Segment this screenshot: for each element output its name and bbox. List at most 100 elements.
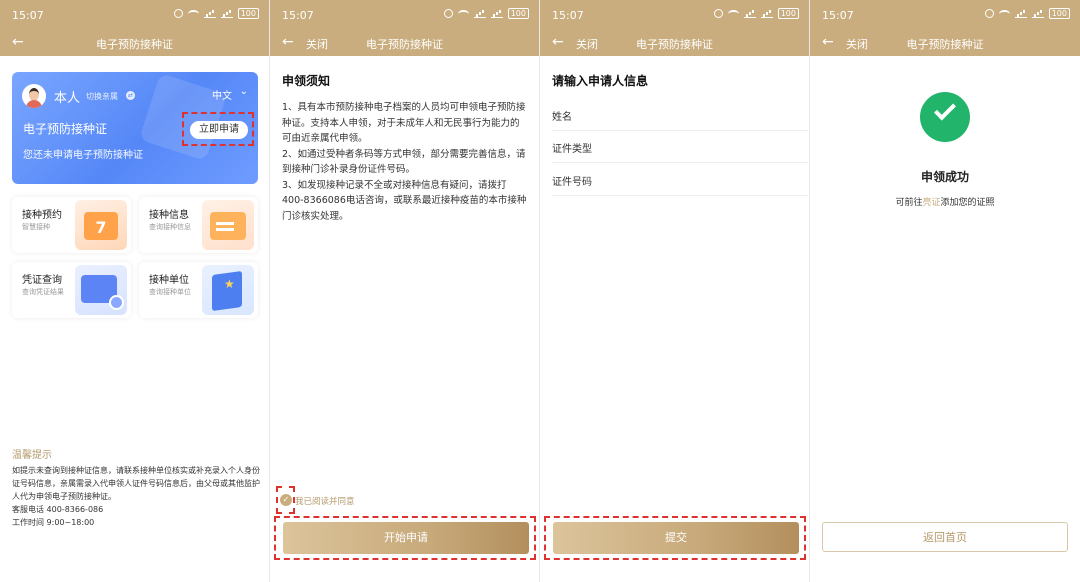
signal-icon bbox=[1031, 10, 1044, 18]
tile-title: 凭证查询 bbox=[22, 275, 62, 286]
success-check-icon bbox=[920, 92, 970, 142]
wifi-icon bbox=[457, 9, 469, 18]
wifi-icon bbox=[727, 9, 739, 18]
tile-title: 接种预约 bbox=[22, 210, 62, 221]
folder-icon bbox=[202, 200, 254, 250]
tips-phone: 客服电话 400-8366-086 bbox=[12, 505, 104, 514]
status-time: 15:07 bbox=[282, 9, 314, 22]
screen-applicant-form: 15:07 100 ← 关闭 电子预防接种证 请输入申请人信息 姓名 证件类型 … bbox=[540, 0, 810, 582]
profile-name: 本人 bbox=[54, 91, 81, 106]
building-icon bbox=[202, 265, 254, 315]
tile-vaccination-unit[interactable]: 接种单位 查询接种单位 bbox=[139, 262, 258, 318]
battery-icon: 100 bbox=[507, 8, 529, 19]
tips-hours: 工作时间 9:00~18:00 bbox=[12, 518, 95, 527]
id-type-label: 证件类型 bbox=[552, 144, 592, 155]
agree-checkbox[interactable]: ✓ bbox=[280, 494, 292, 506]
calendar-icon bbox=[75, 200, 127, 250]
nfc-icon bbox=[984, 9, 994, 18]
signal-icon bbox=[203, 10, 216, 18]
signal-icon bbox=[490, 10, 503, 18]
id-number-label: 证件号码 bbox=[552, 177, 592, 188]
status-icons: 100 bbox=[443, 8, 529, 19]
apply-now-button[interactable]: 立即申请 bbox=[190, 121, 248, 139]
submit-button[interactable]: 提交 bbox=[553, 522, 799, 554]
submit-button-highlight: 提交 bbox=[544, 516, 806, 560]
tile-subtitle: 查询接种单位 bbox=[149, 288, 191, 296]
form-title: 请输入申请人信息 bbox=[552, 74, 649, 88]
name-field-row: 姓名 bbox=[552, 99, 808, 131]
notice-item: 2、如通过受种者条码等方式申领，部分需要完善信息，请到接种门诊补录身份证件号码。 bbox=[282, 148, 526, 176]
success-prefix: 可前往 bbox=[895, 198, 923, 208]
nav-title: 电子预防接种证 bbox=[906, 38, 984, 51]
swap-icon[interactable]: ⇄ bbox=[126, 91, 135, 100]
tile-subtitle: 查询接种信息 bbox=[149, 223, 191, 231]
status-time: 15:07 bbox=[12, 9, 44, 22]
id-type-field-row: 证件类型 bbox=[552, 131, 808, 163]
nav-bar: ← 电子预防接种证 bbox=[0, 30, 269, 56]
signal-icon bbox=[220, 10, 233, 18]
signal-icon bbox=[1014, 10, 1027, 18]
notice-item: 3、如发现接种记录不全或对接种信息有疑问，请拨打400-8366086电话咨询，… bbox=[282, 179, 527, 222]
status-time: 15:07 bbox=[552, 9, 584, 22]
notice-body: 1、具有本市预防接种电子档案的人员均可申领电子预防接种证。支持本人申领，对于未成… bbox=[282, 100, 528, 224]
nav-title: 电子预防接种证 bbox=[636, 38, 713, 51]
tile-title: 接种信息 bbox=[149, 210, 189, 221]
battery-icon: 100 bbox=[1048, 8, 1070, 19]
status-bar: 15:07 100 bbox=[0, 0, 269, 30]
tile-vaccination-appointment[interactable]: 接种预约 智慧接种 bbox=[12, 197, 131, 253]
tile-title: 接种单位 bbox=[149, 275, 189, 286]
screen-application-notice: 15:07 100 ← 关闭 电子预防接种证 申领须知 1、具有本市预防接种电子… bbox=[270, 0, 540, 582]
start-button-highlight: 开始申请 bbox=[274, 516, 536, 560]
nav-title: 电子预防接种证 bbox=[366, 38, 443, 51]
tile-subtitle: 智慧接种 bbox=[22, 223, 50, 231]
apply-highlight: 立即申请 bbox=[182, 112, 254, 146]
avatar bbox=[22, 84, 46, 108]
signal-icon bbox=[760, 10, 773, 18]
status-bar: 15:07 100 bbox=[270, 0, 539, 30]
nav-title: 电子预防接种证 bbox=[96, 38, 173, 51]
chevron-down-icon[interactable]: ⌄ bbox=[240, 86, 248, 97]
nav-bar: ← 关闭 电子预防接种证 bbox=[540, 30, 809, 56]
nav-bar: ← 关闭 电子预防接种证 bbox=[270, 30, 539, 56]
nfc-icon bbox=[713, 9, 723, 18]
agree-label: 我已阅读并同意 bbox=[295, 497, 355, 507]
status-bar: 15:07 100 bbox=[540, 0, 809, 30]
name-label: 姓名 bbox=[552, 112, 572, 123]
status-icons: 100 bbox=[713, 8, 799, 19]
notice-item: 1、具有本市预防接种电子档案的人员均可申领电子预防接种证。支持本人申领，对于未成… bbox=[282, 102, 526, 144]
return-home-button[interactable]: 返回首页 bbox=[822, 522, 1068, 552]
id-type-input[interactable] bbox=[612, 135, 802, 157]
id-number-input[interactable] bbox=[612, 168, 802, 190]
language-selector[interactable]: 中文 bbox=[212, 87, 232, 102]
tile-subtitle: 查询凭证结果 bbox=[22, 288, 64, 296]
switch-relative-link[interactable]: 切换亲属 bbox=[86, 91, 118, 102]
success-message: 可前往亮证添加您的证照 bbox=[810, 195, 1080, 208]
wifi-icon bbox=[998, 9, 1010, 18]
show-certificate-link[interactable]: 亮证 bbox=[922, 198, 940, 208]
screen-success: 15:07 100 ← 关闭 电子预防接种证 申领成功 可前往亮证添加您的证照 … bbox=[810, 0, 1080, 582]
tile-vaccination-info[interactable]: 接种信息 查询接种信息 bbox=[139, 197, 258, 253]
card-description: 您还未申请电子预防接种证 bbox=[23, 150, 143, 161]
nfc-icon bbox=[443, 9, 453, 18]
tips-title: 温馨提示 bbox=[12, 450, 52, 461]
tips-body: 如提示未查询到接种证信息，请联系接种单位核实或补充录入个人身份证号码信息，亲属需… bbox=[12, 464, 260, 529]
tile-certificate-query[interactable]: 凭证查询 查询凭证结果 bbox=[12, 262, 131, 318]
battery-icon: 100 bbox=[777, 8, 799, 19]
success-suffix: 添加您的证照 bbox=[940, 198, 995, 208]
status-icons: 100 bbox=[984, 8, 1070, 19]
screen-home: 15:07 100 ← 电子预防接种证 本人 切换亲属 ⇄ 中文 ⌄ 电子预防接… bbox=[0, 0, 270, 582]
nfc-icon bbox=[173, 9, 183, 18]
battery-icon: 100 bbox=[237, 8, 259, 19]
status-icons: 100 bbox=[173, 8, 259, 19]
signal-icon bbox=[473, 10, 486, 18]
certificate-icon bbox=[75, 265, 127, 315]
tips-text: 如提示未查询到接种证信息，请联系接种单位核实或补充录入个人身份证号码信息，亲属需… bbox=[12, 466, 260, 501]
success-title: 申领成功 bbox=[920, 170, 969, 184]
start-application-button[interactable]: 开始申请 bbox=[283, 522, 529, 554]
wifi-icon bbox=[187, 9, 199, 18]
status-bar: 15:07 100 bbox=[810, 0, 1080, 30]
status-time: 15:07 bbox=[822, 9, 854, 22]
name-input[interactable] bbox=[612, 103, 802, 125]
checkmark-icon bbox=[934, 98, 956, 121]
id-number-field-row: 证件号码 bbox=[552, 164, 808, 196]
